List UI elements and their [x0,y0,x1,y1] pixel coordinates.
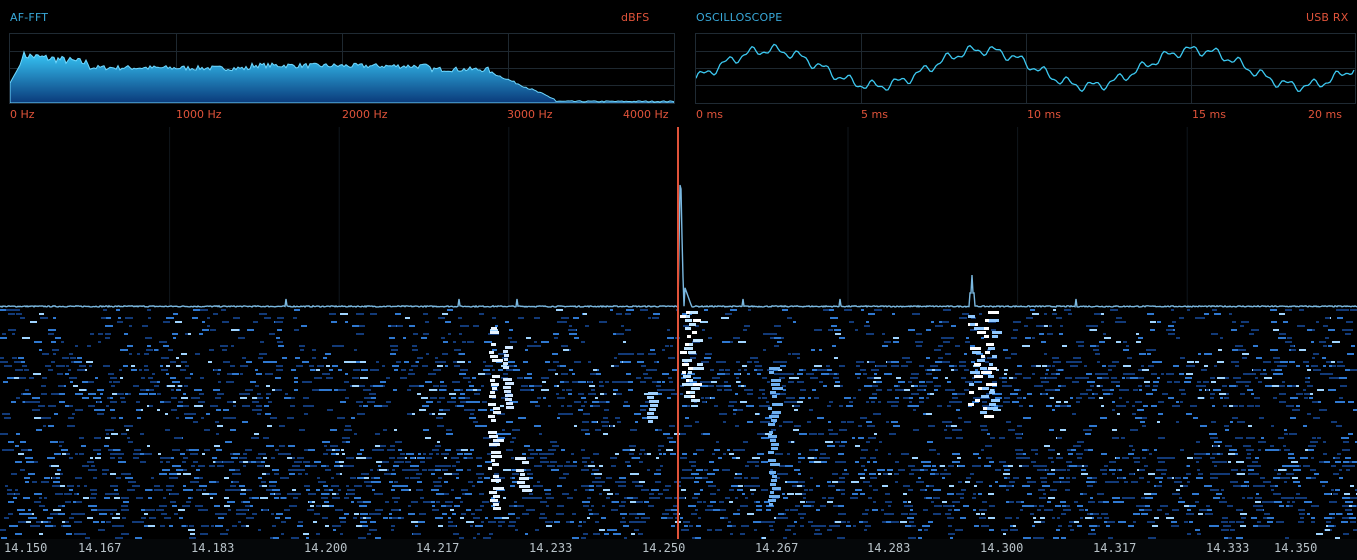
oscilloscope-trace [696,43,1355,93]
tuning-marker[interactable] [677,127,679,539]
freq-tick-2: 14.183 [191,541,235,555]
freq-tick-7: 14.267 [755,541,799,555]
freq-tick-9: 14.300 [980,541,1024,555]
af-tick-4: 4000 Hz [623,108,669,121]
af-tick-3: 3000 Hz [507,108,553,121]
scope-tick-1: 5 ms [861,108,888,121]
oscilloscope-plot [695,33,1356,104]
freq-tick-0: 14.150 [4,541,48,555]
af-fft-graph [10,50,674,103]
af-fft-unit-label: dBFS [621,11,650,24]
freq-tick-4: 14.217 [416,541,460,555]
rx-mode-label: USB RX [1306,11,1349,24]
scope-tick-2: 10 ms [1027,108,1061,121]
spectrum-graph [0,127,1357,539]
af-tick-0: 0 Hz [10,108,35,121]
freq-tick-1: 14.167 [78,541,122,555]
oscilloscope-panel: OSCILLOSCOPE USB RX 0 ms 5 ms 10 ms 15 m… [684,0,1357,127]
freq-tick-5: 14.233 [529,541,573,555]
af-fft-fill [10,50,674,103]
freq-tick-12: 14.350 [1274,541,1318,555]
af-fft-title: AF-FFT [10,11,49,24]
freq-tick-10: 14.317 [1093,541,1137,555]
spectrum-waterfall[interactable] [0,127,1357,539]
af-fft-panel: AF-FFT dBFS 0 Hz 1000 Hz 2000 Hz 3000 Hz… [0,0,680,127]
scope-tick-0: 0 ms [696,108,723,121]
af-tick-2: 2000 Hz [342,108,388,121]
af-fft-plot [9,33,675,104]
freq-tick-11: 14.333 [1206,541,1250,555]
af-tick-1: 1000 Hz [176,108,222,121]
oscilloscope-graph [696,43,1355,93]
freq-tick-8: 14.283 [867,541,911,555]
freq-tick-6: 14.250 [642,541,686,555]
scope-tick-3: 15 ms [1192,108,1226,121]
oscilloscope-title: OSCILLOSCOPE [696,11,783,24]
freq-tick-3: 14.200 [304,541,348,555]
scope-tick-4: 20 ms [1308,108,1342,121]
frequency-axis: 14.150 14.167 14.183 14.200 14.217 14.23… [0,539,1357,560]
